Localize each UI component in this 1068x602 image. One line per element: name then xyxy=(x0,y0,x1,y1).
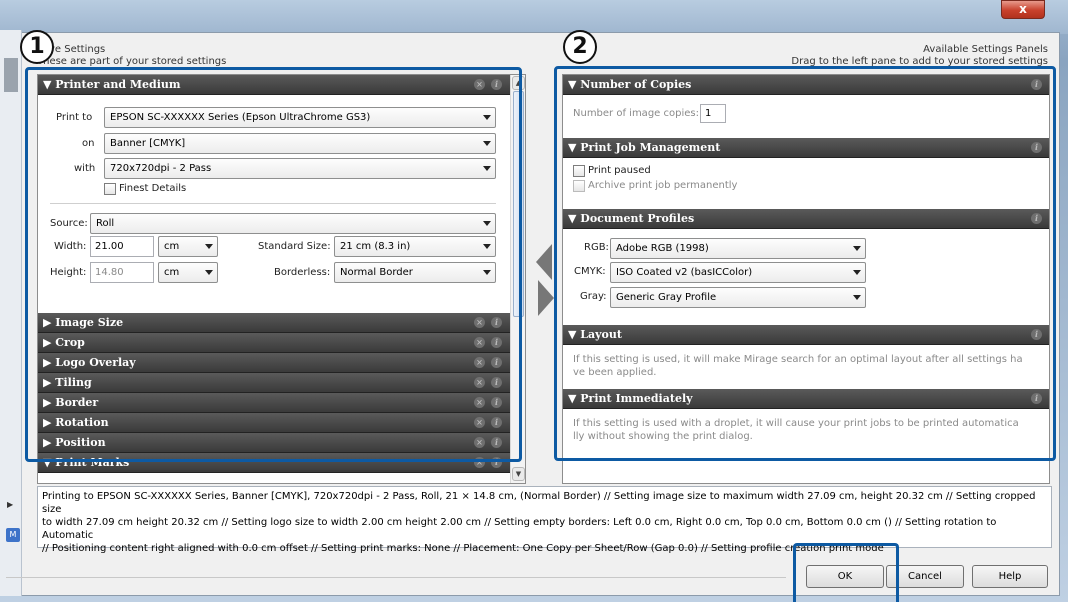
callout-box-2 xyxy=(554,66,1056,461)
ok-callout-box xyxy=(793,543,899,602)
left-strip: ▶ M xyxy=(0,30,22,596)
summary-line: Printing to EPSON SC-XXXXXX Series, Bann… xyxy=(42,491,1036,515)
summary-line: to width 27.09 cm height 20.32 cm // Set… xyxy=(42,517,997,541)
app-icon[interactable]: M xyxy=(6,528,20,542)
scroll-down-icon[interactable]: ▼ xyxy=(512,467,525,481)
title-bar xyxy=(0,0,1068,34)
callout-box-1 xyxy=(25,67,522,462)
move-left-arrow-icon[interactable] xyxy=(536,244,552,280)
move-right-arrow-icon[interactable] xyxy=(538,280,554,316)
stored-settings-subtitle: These are part of your stored settings xyxy=(37,56,227,67)
stored-settings-title: ve Settings xyxy=(49,44,106,55)
expand-arrow-icon[interactable]: ▶ xyxy=(7,500,13,509)
available-panels-title: Available Settings Panels xyxy=(923,44,1048,55)
strip-block xyxy=(4,58,18,92)
help-button[interactable]: Help xyxy=(972,565,1048,588)
window-close-button[interactable]: x xyxy=(1001,0,1045,19)
settings-summary: Printing to EPSON SC-XXXXXX Series, Bann… xyxy=(37,486,1052,554)
callout-number-2: 2 xyxy=(563,30,597,64)
footer-divider xyxy=(6,577,786,578)
callout-number-1: 1 xyxy=(20,30,54,64)
